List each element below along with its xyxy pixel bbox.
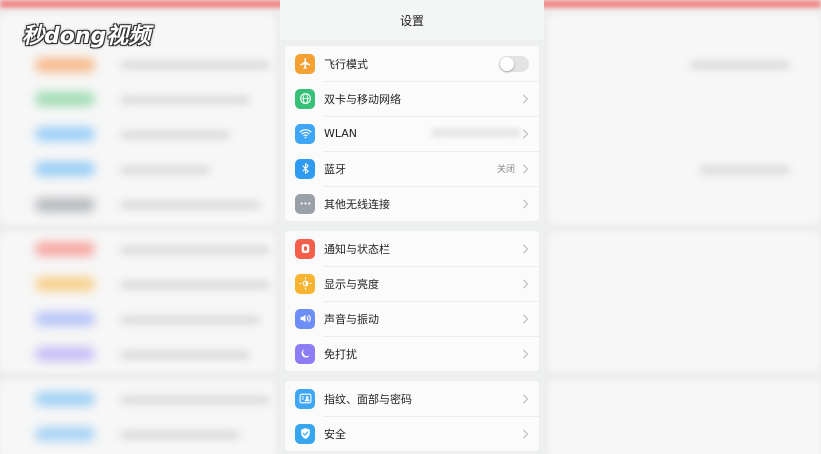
background-line <box>120 281 270 289</box>
chevron-right-icon <box>521 128 529 139</box>
background-icon <box>35 92 95 106</box>
settings-row-bluetooth[interactable]: 蓝牙 关闭 <box>285 151 539 186</box>
notification-icon <box>295 238 315 259</box>
settings-row-network[interactable]: 双卡与移动网络 <box>285 81 539 116</box>
settings-row-label: 免打扰 <box>324 347 357 361</box>
background-icon <box>35 127 95 141</box>
more-dots-icon <box>295 193 315 214</box>
settings-group: 指纹、面部与密码 安全 <box>285 381 539 451</box>
settings-group: 通知与状态栏 显示与亮度声音与振动免打扰 <box>285 231 539 371</box>
bluetooth-icon <box>295 158 315 179</box>
background-line <box>120 131 230 139</box>
settings-row-label: 飞行模式 <box>324 57 368 71</box>
background-icon <box>35 392 95 406</box>
settings-row-value: 关闭 <box>496 165 515 175</box>
settings-row-airplane[interactable]: 飞行模式 <box>285 46 539 81</box>
settings-row-label: 双卡与移动网络 <box>324 92 401 106</box>
chevron-right-icon <box>521 348 529 359</box>
background-icon <box>35 312 95 326</box>
background-line <box>120 96 250 104</box>
settings-row-label: 安全 <box>324 427 346 441</box>
background-line <box>120 166 210 174</box>
watermark-text: 秒dong视频 <box>22 24 151 49</box>
chevron-right-icon <box>521 428 529 439</box>
background-line <box>120 201 260 209</box>
background-line <box>120 396 270 404</box>
background-line <box>690 61 790 69</box>
chevron-right-icon <box>521 393 529 404</box>
airplane-toggle[interactable] <box>499 55 529 72</box>
settings-row-wlan[interactable]: WLAN <box>285 116 539 151</box>
background-icon <box>35 277 95 291</box>
settings-row-dnd[interactable]: 免打扰 <box>285 336 539 371</box>
settings-row-sound[interactable]: 声音与振动 <box>285 301 539 336</box>
settings-row-label: 其他无线连接 <box>324 197 390 211</box>
settings-row-fingerprint[interactable]: 指纹、面部与密码 <box>285 381 539 416</box>
background-line <box>120 246 270 254</box>
settings-row-label: 通知与状态栏 <box>324 242 390 256</box>
settings-panel: 设置 飞行模式双卡与移动网络 WLAN 蓝牙 关闭其他无线连接 通知与状态栏 显示与亮度声… <box>280 0 544 454</box>
background-line <box>120 431 240 439</box>
background-card <box>548 232 821 372</box>
speaker-icon <box>295 308 315 329</box>
toggle-knob <box>500 56 514 71</box>
settings-row-notify[interactable]: 通知与状态栏 <box>285 231 539 266</box>
airplane-icon <box>295 53 315 74</box>
settings-row-more[interactable]: 其他无线连接 <box>285 186 539 221</box>
background-icon <box>35 198 95 212</box>
background-card <box>548 380 821 454</box>
settings-row-label: 声音与振动 <box>324 312 379 326</box>
chevron-right-icon <box>521 163 529 174</box>
settings-row-display[interactable]: 显示与亮度 <box>285 266 539 301</box>
wlan-network-name-blurred <box>431 129 521 137</box>
settings-group: 飞行模式双卡与移动网络 WLAN 蓝牙 关闭其他无线连接 <box>285 46 539 221</box>
background-card <box>548 14 821 224</box>
background-icon <box>35 162 95 176</box>
settings-row-label: 显示与亮度 <box>324 277 379 291</box>
page-title: 设置 <box>280 0 544 40</box>
chevron-right-icon <box>521 93 529 104</box>
chevron-right-icon <box>521 243 529 254</box>
globe-icon <box>295 88 315 109</box>
chevron-right-icon <box>521 278 529 289</box>
background-line <box>120 316 260 324</box>
settings-groups: 飞行模式双卡与移动网络 WLAN 蓝牙 关闭其他无线连接 通知与状态栏 显示与亮度声音与振… <box>280 46 544 451</box>
background-line <box>120 351 250 359</box>
wifi-icon <box>295 123 315 144</box>
background-icon <box>35 427 95 441</box>
chevron-right-icon <box>521 313 529 324</box>
shield-icon <box>295 423 315 444</box>
settings-row-label: 指纹、面部与密码 <box>324 392 412 406</box>
background-icon <box>35 242 95 256</box>
watermark-logo: 秒dong视频 <box>22 18 152 52</box>
settings-row-security[interactable]: 安全 <box>285 416 539 451</box>
face-id-icon <box>295 388 315 409</box>
settings-row-label: 蓝牙 <box>324 162 346 176</box>
moon-icon <box>295 343 315 364</box>
brightness-icon <box>295 273 315 294</box>
background-icon <box>35 347 95 361</box>
chevron-right-icon <box>521 198 529 209</box>
background-line <box>120 61 270 69</box>
background-line <box>700 166 790 174</box>
background-icon <box>35 58 95 72</box>
